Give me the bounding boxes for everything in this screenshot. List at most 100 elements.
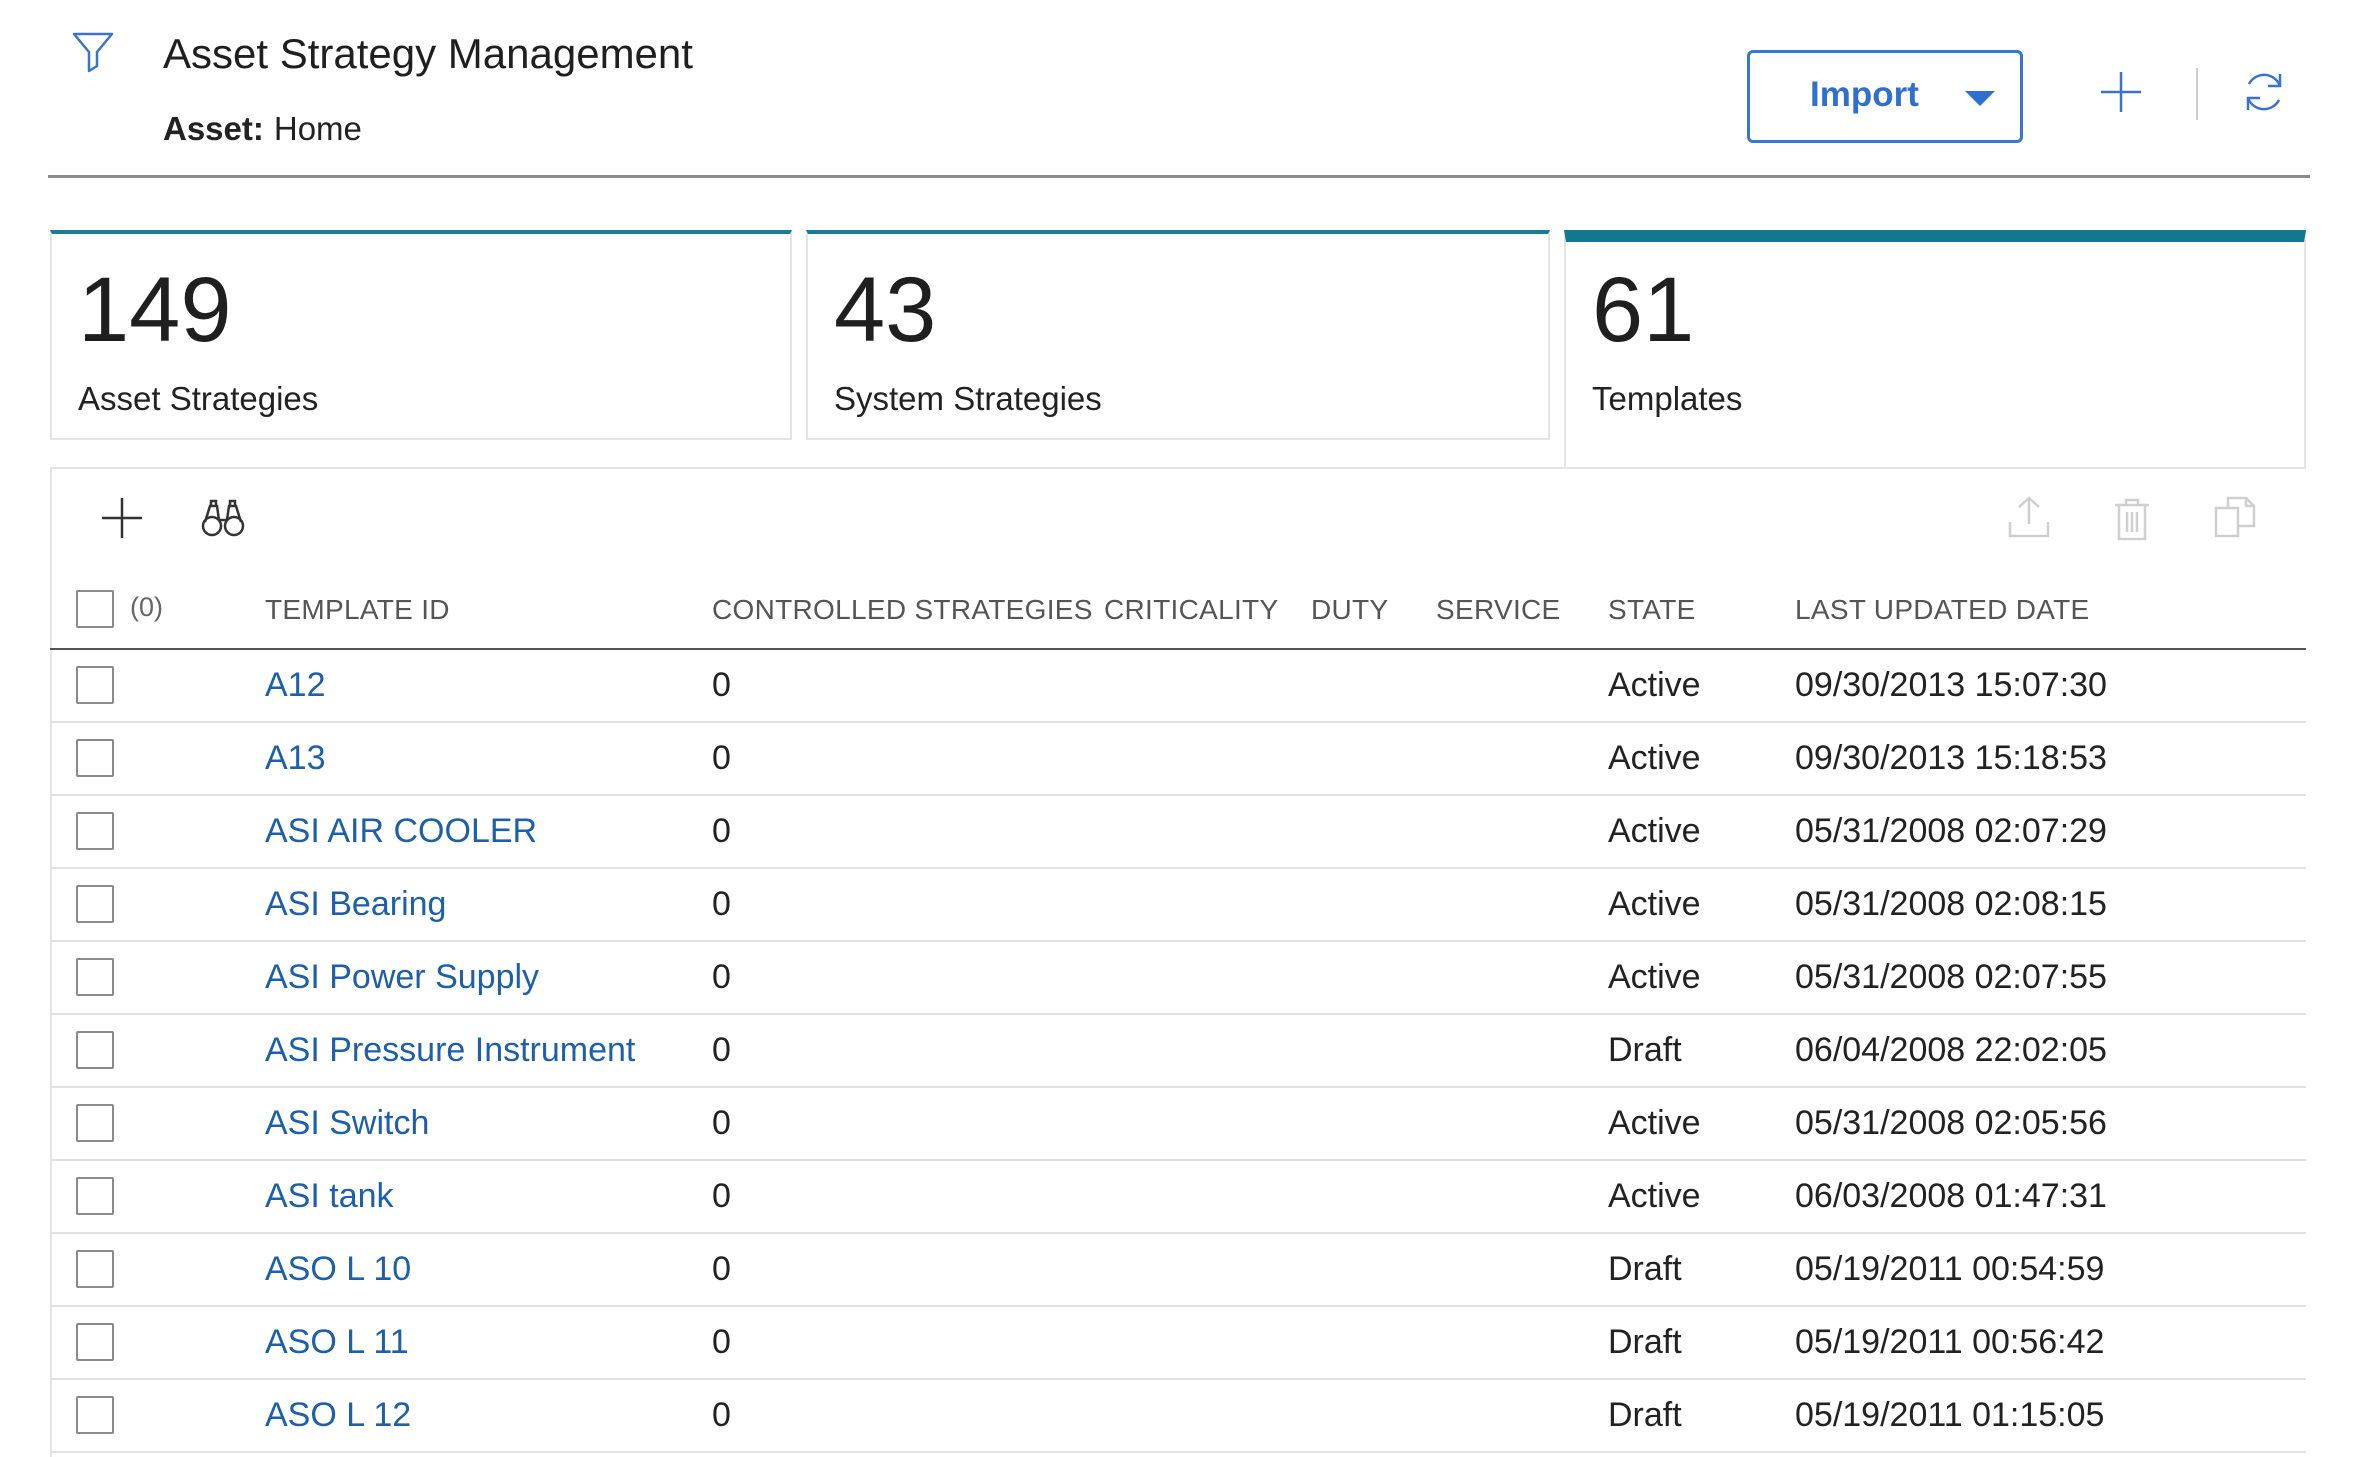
template-id-link[interactable]: ASI Power Supply — [265, 958, 539, 997]
controlled-strategies-value: 0 — [712, 739, 731, 777]
template-id-link[interactable]: ASO L 11 — [265, 1323, 409, 1362]
state-value: Draft — [1608, 1250, 1682, 1288]
last-updated-value: 05/31/2008 02:05:56 — [1795, 1104, 2107, 1142]
template-id-link[interactable]: ASO L 10 — [265, 1250, 411, 1289]
table-row[interactable]: ASI Bearing 0 Active 05/31/2008 02:08:15 — [50, 869, 2306, 942]
card-asset-strategies[interactable]: 149 Asset Strategies — [50, 230, 792, 440]
header-divider — [2196, 68, 2198, 120]
row-checkbox[interactable] — [76, 1104, 114, 1142]
row-checkbox[interactable] — [76, 885, 114, 923]
template-id-link[interactable]: ASI Switch — [265, 1104, 429, 1143]
copy-button[interactable] — [2212, 494, 2258, 540]
template-id-link[interactable]: ASI Bearing — [265, 885, 446, 924]
template-id-link[interactable]: A12 — [265, 666, 326, 705]
row-checkbox[interactable] — [76, 1396, 114, 1434]
state-value: Active — [1608, 812, 1701, 850]
table-row[interactable]: ASI Pressure Instrument 0 Draft 06/04/20… — [50, 1015, 2306, 1088]
row-checkbox[interactable] — [76, 812, 114, 850]
row-checkbox[interactable] — [76, 739, 114, 777]
state-value: Draft — [1608, 1031, 1682, 1069]
column-header-state[interactable]: STATE — [1608, 594, 1696, 626]
controlled-strategies-value: 0 — [712, 1031, 731, 1069]
card-count: 43 — [834, 259, 937, 361]
table-row[interactable]: ASO L 11 0 Draft 05/19/2011 00:56:42 — [50, 1307, 2306, 1380]
column-header-template-id[interactable]: TEMPLATE ID — [265, 594, 450, 626]
last-updated-value: 05/19/2011 01:15:05 — [1795, 1396, 2105, 1434]
row-checkbox[interactable] — [76, 1250, 114, 1288]
controlled-strategies-value: 0 — [712, 1250, 731, 1288]
row-checkbox[interactable] — [76, 1031, 114, 1069]
page-title: Asset Strategy Management — [163, 30, 693, 77]
delete-button[interactable] — [2112, 496, 2152, 542]
template-id-link[interactable]: ASI AIR COOLER — [265, 812, 537, 851]
controlled-strategies-value: 0 — [712, 812, 731, 850]
controlled-strategies-value: 0 — [712, 885, 731, 923]
breadcrumb: Asset: Home — [163, 110, 362, 148]
row-checkbox[interactable] — [76, 1323, 114, 1361]
card-count: 61 — [1592, 259, 1695, 361]
last-updated-value: 05/31/2008 02:07:29 — [1795, 812, 2107, 850]
breadcrumb-label: Asset: — [163, 110, 264, 147]
controlled-strategies-value: 0 — [712, 1396, 731, 1434]
binoculars-icon — [201, 499, 245, 537]
last-updated-value: 06/03/2008 01:47:31 — [1795, 1177, 2107, 1215]
state-value: Active — [1608, 885, 1701, 923]
table-header: (0) TEMPLATE ID CONTROLLED STRATEGIES CR… — [50, 580, 2306, 650]
card-system-strategies[interactable]: 43 System Strategies — [806, 230, 1550, 440]
template-id-link[interactable]: ASO L 12 — [265, 1396, 411, 1435]
table-row[interactable]: ASO L 12 0 Draft 05/19/2011 01:15:05 — [50, 1380, 2306, 1453]
state-value: Active — [1608, 1104, 1701, 1142]
selected-count: (0) — [130, 592, 163, 622]
controlled-strategies-value: 0 — [712, 1104, 731, 1142]
table-row[interactable]: A13 0 Active 09/30/2013 15:18:53 — [50, 723, 2306, 796]
controlled-strategies-value: 0 — [712, 1177, 731, 1215]
chevron-down-icon — [1965, 91, 1995, 106]
template-id-link[interactable]: A13 — [265, 739, 326, 778]
find-button[interactable] — [200, 496, 246, 540]
row-checkbox[interactable] — [76, 1177, 114, 1215]
copy-icon — [2214, 496, 2256, 538]
controlled-strategies-value: 0 — [712, 666, 731, 704]
last-updated-value: 05/19/2011 00:56:42 — [1795, 1323, 2105, 1361]
card-count: 149 — [78, 259, 232, 361]
table-row[interactable]: A12 0 Active 09/30/2013 15:07:30 — [50, 650, 2306, 723]
trash-icon — [2115, 498, 2149, 541]
add-template-button[interactable] — [100, 496, 144, 540]
refresh-button[interactable] — [2240, 68, 2288, 116]
table-row[interactable]: ASO L 10 0 Draft 05/19/2011 00:54:59 — [50, 1234, 2306, 1307]
table-row[interactable]: ASI tank 0 Active 06/03/2008 01:47:31 — [50, 1161, 2306, 1234]
state-value: Active — [1608, 1177, 1701, 1215]
row-checkbox[interactable] — [76, 666, 114, 704]
column-header-duty[interactable]: DUTY — [1311, 594, 1388, 626]
controlled-strategies-value: 0 — [712, 1323, 731, 1361]
table-row[interactable]: ASI Power Supply 0 Active 05/31/2008 02:… — [50, 942, 2306, 1015]
add-strategy-button[interactable] — [2097, 68, 2145, 116]
controlled-strategies-value: 0 — [712, 958, 731, 996]
last-updated-value: 09/30/2013 15:07:30 — [1795, 666, 2107, 704]
state-value: Draft — [1608, 1323, 1682, 1361]
template-id-link[interactable]: ASI Pressure Instrument — [265, 1031, 635, 1070]
breadcrumb-value[interactable]: Home — [274, 110, 362, 147]
filter-icon[interactable] — [70, 28, 116, 74]
table-row[interactable]: ASI Switch 0 Active 05/31/2008 02:05:56 — [50, 1088, 2306, 1161]
select-all-checkbox[interactable] — [76, 590, 114, 628]
state-value: Active — [1608, 666, 1701, 704]
last-updated-value: 05/31/2008 02:08:15 — [1795, 885, 2107, 923]
table-row[interactable]: ASI AIR COOLER 0 Active 05/31/2008 02:07… — [50, 796, 2306, 869]
import-button-label: Import — [1810, 75, 1919, 114]
column-header-controlled-strategies[interactable]: CONTROLLED STRATEGIES — [712, 594, 1093, 626]
column-header-criticality[interactable]: CRITICALITY — [1104, 594, 1278, 626]
state-value: Active — [1608, 739, 1701, 777]
card-caption: Templates — [1592, 380, 1743, 417]
template-id-link[interactable]: ASI tank — [265, 1177, 394, 1216]
plus-icon — [102, 498, 142, 538]
import-button[interactable]: Import — [1747, 50, 2023, 143]
column-header-service[interactable]: SERVICE — [1436, 594, 1561, 626]
export-button[interactable] — [2006, 494, 2052, 540]
column-header-last-updated[interactable]: LAST UPDATED DATE — [1795, 594, 2090, 626]
row-checkbox[interactable] — [76, 958, 114, 996]
last-updated-value: 05/19/2011 00:54:59 — [1795, 1250, 2105, 1288]
card-templates[interactable]: 61 Templates — [1564, 230, 2306, 467]
last-updated-value: 05/31/2008 02:07:55 — [1795, 958, 2107, 996]
card-caption: System Strategies — [834, 380, 1102, 417]
